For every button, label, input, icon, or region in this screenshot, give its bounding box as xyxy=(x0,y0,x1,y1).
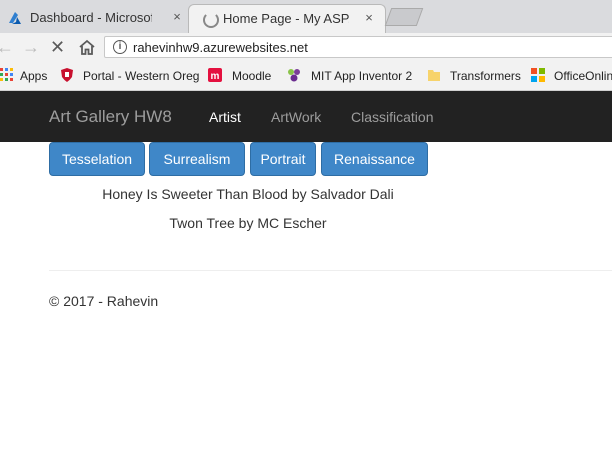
site-brand[interactable]: Art Gallery HW8 xyxy=(49,107,172,127)
bookmarks-bar: Apps Portal - Western Oreg m Moodle MIT … xyxy=(0,63,612,91)
nav-artwork[interactable]: ArtWork xyxy=(271,109,321,125)
svg-text:m: m xyxy=(211,71,220,82)
new-tab-button[interactable] xyxy=(384,8,424,26)
tab-title: Home Page - My ASP.NE xyxy=(223,11,349,26)
bookmark-moodle[interactable]: Moodle xyxy=(232,69,271,83)
nav-classification[interactable]: Classification xyxy=(351,109,433,125)
bookmark-mit-app-inventor[interactable]: MIT App Inventor 2 xyxy=(311,69,412,83)
apps-grid-icon xyxy=(0,68,13,81)
app-inventor-icon xyxy=(288,69,300,82)
bookmark-apps[interactable]: Apps xyxy=(20,69,47,83)
stop-loading-icon[interactable]: ✕ xyxy=(50,37,65,57)
tab-home-page[interactable]: Home Page - My ASP.NE × xyxy=(188,4,386,33)
bookmark-transformers[interactable]: Transformers xyxy=(450,69,521,83)
site-navbar: Art Gallery HW8 Artist ArtWork Classific… xyxy=(0,91,612,142)
bookmark-office-online[interactable]: OfficeOnlin xyxy=(554,69,612,83)
forward-arrow-icon[interactable]: → xyxy=(22,37,40,57)
loading-spinner-icon xyxy=(203,12,219,28)
nav-artist[interactable]: Artist xyxy=(209,109,241,125)
browser-tab-strip: Dashboard - Microsoft A × Home Page - My… xyxy=(0,0,612,33)
tab-dashboard[interactable]: Dashboard - Microsoft A × xyxy=(0,4,190,33)
shield-icon xyxy=(61,68,73,82)
close-icon[interactable]: × xyxy=(170,9,184,24)
address-bar[interactable]: i rahevinhw9.azurewebsites.net xyxy=(104,36,612,58)
home-icon[interactable] xyxy=(78,39,96,56)
folder-icon xyxy=(428,70,440,81)
url-text: rahevinhw9.azurewebsites.net xyxy=(133,40,308,55)
artwork-item: Twon Tree by MC Escher xyxy=(169,215,327,231)
portrait-button[interactable]: Portrait xyxy=(250,142,316,176)
footer-copyright: © 2017 - Rahevin xyxy=(49,293,159,309)
moodle-icon: m xyxy=(208,68,222,82)
info-icon[interactable]: i xyxy=(113,40,127,54)
divider xyxy=(49,270,612,271)
tab-title: Dashboard - Microsoft A xyxy=(30,10,152,25)
close-icon[interactable]: × xyxy=(362,10,376,25)
back-arrow-icon[interactable]: ← xyxy=(0,37,14,57)
browser-toolbar: ← → ✕ i rahevinhw9.azurewebsites.net xyxy=(0,33,612,63)
renaissance-button[interactable]: Renaissance xyxy=(321,142,428,176)
office-icon xyxy=(531,68,545,82)
artwork-item: Honey Is Sweeter Than Blood by Salvador … xyxy=(102,186,394,202)
surrealism-button[interactable]: Surrealism xyxy=(149,142,245,176)
tesselation-button[interactable]: Tesselation xyxy=(49,142,145,176)
bookmark-portal[interactable]: Portal - Western Oreg xyxy=(83,69,199,83)
azure-icon xyxy=(9,12,21,24)
